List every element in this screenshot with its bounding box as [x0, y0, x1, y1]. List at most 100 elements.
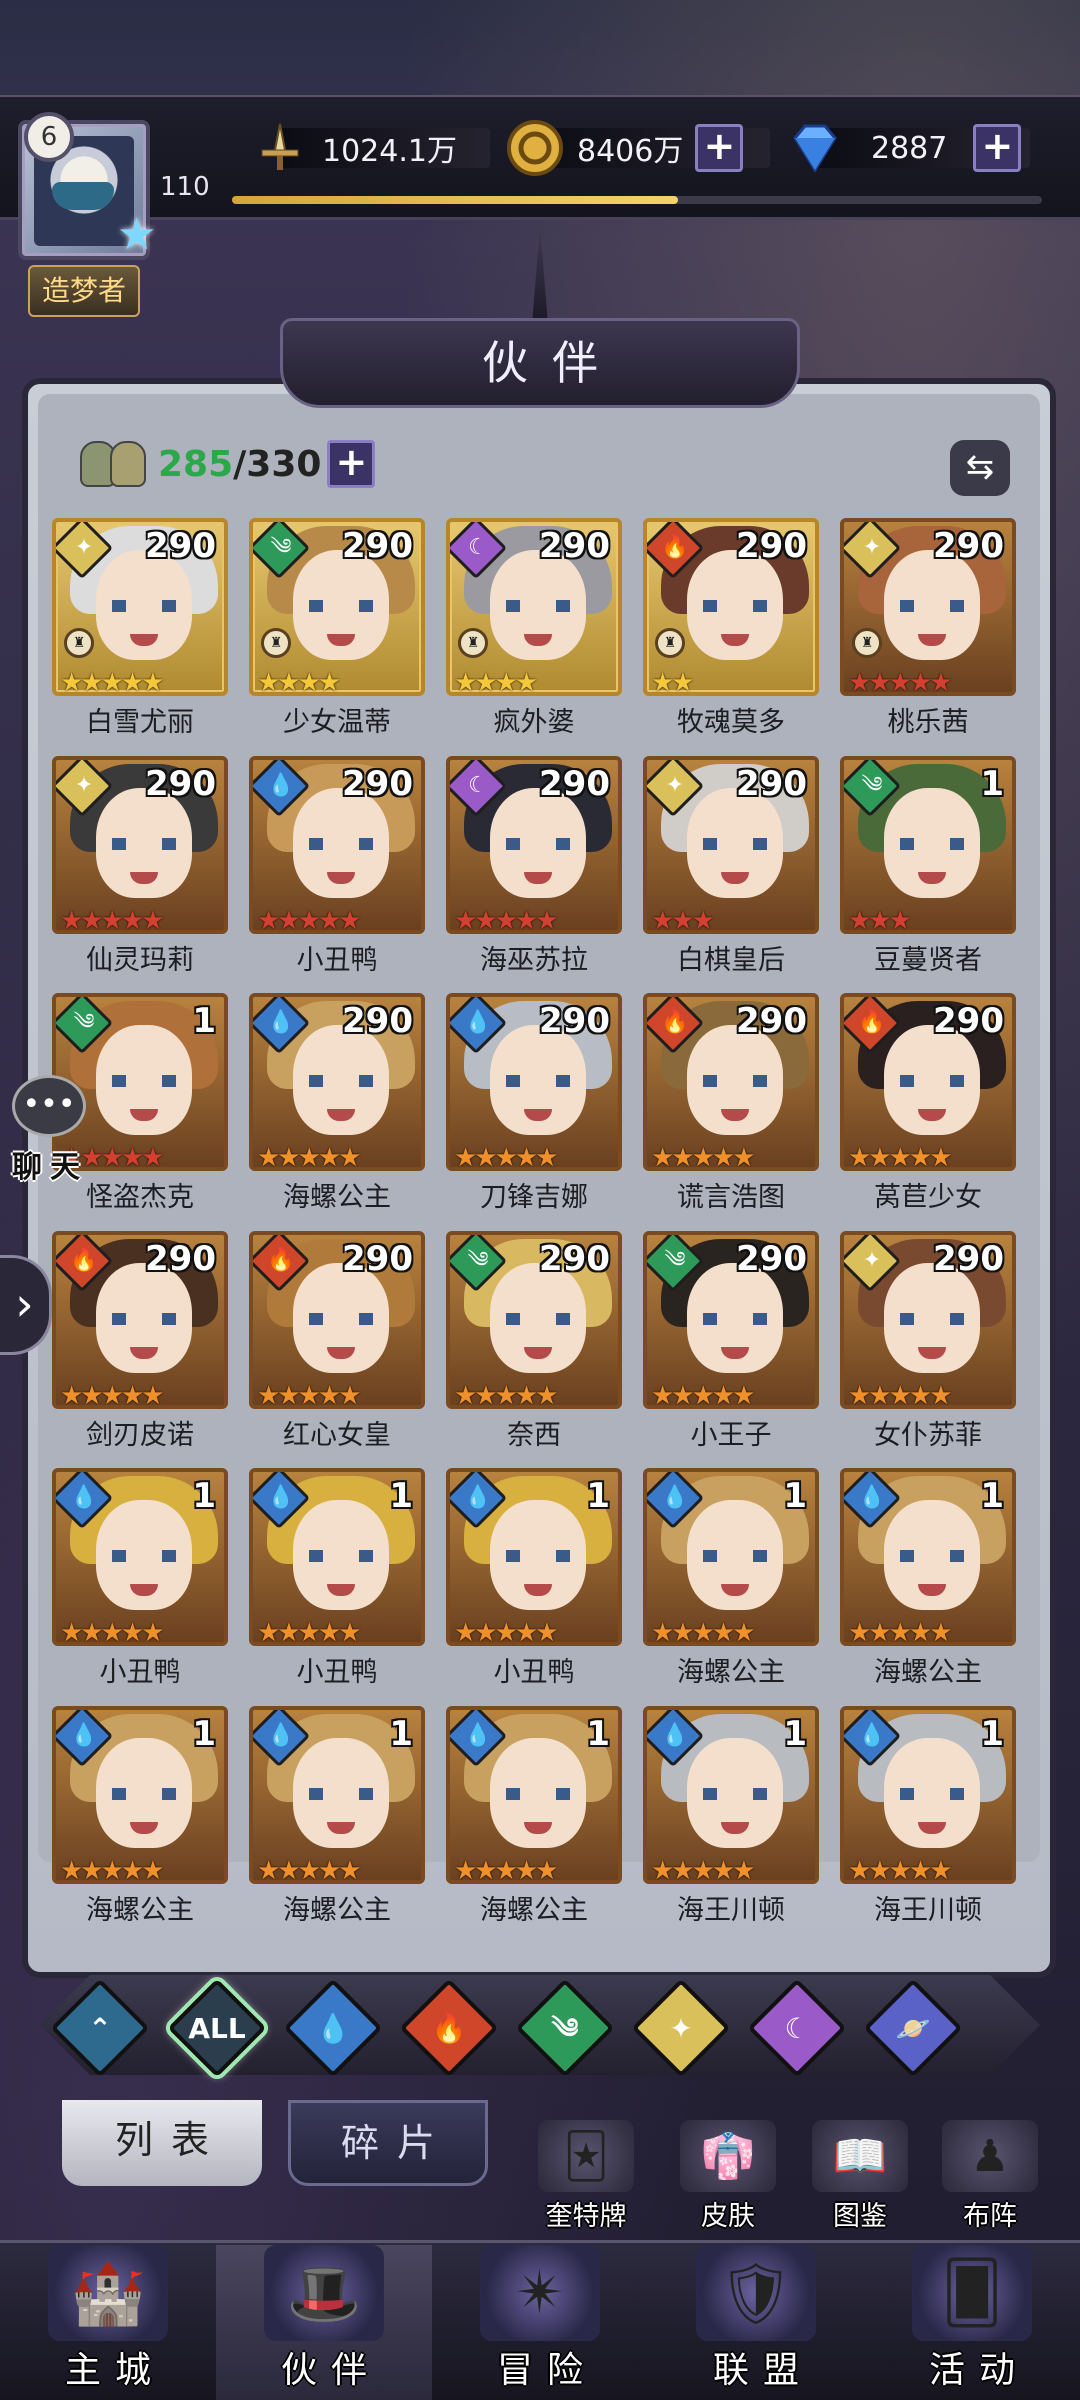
- shortcut-label: 皮肤: [701, 2201, 755, 2232]
- star-rating: ★★★★★: [60, 1618, 165, 1646]
- partner-name: 剑刃皮诺: [86, 1419, 194, 1451]
- element-glyph: ༄: [270, 535, 292, 560]
- partner-level: 290: [342, 1238, 413, 1279]
- partner-card[interactable]: 💧 290 ★★★★★ 刀锋吉娜: [446, 993, 622, 1229]
- partner-card[interactable]: ✦ 290 ★★★★★ 仙灵玛莉: [52, 755, 228, 992]
- partner-card[interactable]: 🔥 290 ♜ ★★ 牧魂莫多: [643, 518, 819, 754]
- nav-partner-hat[interactable]: 🎩 伙伴: [216, 2245, 432, 2400]
- partner-card[interactable]: 🔥 290 ★★★★★ 莴苣少女: [840, 993, 1016, 1229]
- base-filter-glyph: ⌃: [88, 2012, 112, 2045]
- partner-card[interactable]: 💧 1 ★★★★★ 海螺公主: [52, 1705, 228, 1942]
- nav-event-cards[interactable]: 🂠 活动: [864, 2245, 1080, 2400]
- shortcut-label: 布阵: [963, 2201, 1017, 2232]
- partner-level: 1: [783, 1476, 807, 1516]
- skin-button[interactable]: 👘 皮肤: [680, 2120, 776, 2233]
- partner-card[interactable]: ༄ 290 ★★★★★ 小王子: [643, 1230, 819, 1467]
- adventure-portal-icon: ✴: [480, 2245, 600, 2341]
- portrait-eyes: [900, 837, 964, 850]
- partner-portrait: 💧 290 ★★★★★: [249, 755, 425, 934]
- partner-card[interactable]: ༄ 290 ★★★★★ 奈西: [446, 1230, 622, 1467]
- partner-card[interactable]: 🔥 290 ★★★★★ 红心女皇: [249, 1230, 425, 1467]
- partner-card[interactable]: ☾ 290 ★★★★★ 海巫苏拉: [446, 755, 622, 992]
- player-title-badge[interactable]: 造梦者: [28, 265, 140, 317]
- chat-bubble-icon: •••: [12, 1075, 86, 1137]
- partner-card[interactable]: 💧 1 ★★★★★ 海螺公主: [446, 1705, 622, 1942]
- partner-card[interactable]: 💧 1 ★★★★★ 小丑鸭: [249, 1468, 425, 1704]
- add-diamond-button[interactable]: +: [973, 124, 1022, 172]
- star-rating: ★★★★★: [651, 1143, 756, 1171]
- element-glyph: 🔥: [267, 1247, 295, 1273]
- partner-card[interactable]: 💧 1 ★★★★★ 海螺公主: [643, 1468, 819, 1704]
- partner-card[interactable]: ✦ 290 ★★★★★ 女仆苏菲: [840, 1230, 1016, 1467]
- element-glyph: ✦: [665, 772, 685, 798]
- partner-portrait: 💧 1 ★★★★★: [840, 1705, 1016, 1884]
- portrait-eyes: [112, 1550, 176, 1562]
- expand-roster-button[interactable]: +: [327, 440, 376, 488]
- roster-count: 285/330 +: [80, 436, 376, 492]
- element-glyph: ☾: [468, 772, 488, 798]
- tab-fragments[interactable]: 碎片: [288, 2100, 488, 2186]
- partner-card[interactable]: 💧 1 ★★★★★ 海螺公主: [249, 1705, 425, 1942]
- partner-card[interactable]: ☾ 290 ♜ ★★★★ 疯外婆: [446, 518, 622, 754]
- alliance-shield-icon: 🛡: [696, 2245, 816, 2341]
- castle-icon: 🏰: [48, 2245, 168, 2341]
- partner-level: 290: [539, 526, 610, 566]
- partner-card[interactable]: 🔥 290 ★★★★★ 剑刃皮诺: [52, 1230, 228, 1467]
- partner-card[interactable]: 💧 290 ★★★★★ 小丑鸭: [249, 755, 425, 992]
- partner-portrait: 💧 1 ★★★★★: [840, 1468, 1016, 1646]
- partner-card[interactable]: 💧 1 ★★★★★ 海螺公主: [840, 1468, 1016, 1704]
- portrait-eyes: [506, 1550, 570, 1562]
- portrait-eyes: [506, 1075, 570, 1087]
- partner-card[interactable]: ༄ 1 ★★★ 豆蔓贤者: [840, 755, 1016, 992]
- partner-card[interactable]: 💧 1 ★★★★★ 海王川顿: [643, 1705, 819, 1942]
- partner-level: 1: [980, 1476, 1004, 1516]
- partner-card[interactable]: 💧 290 ★★★★★ 海螺公主: [249, 993, 425, 1229]
- sort-toggle-button[interactable]: ⇆: [950, 440, 1010, 496]
- partners-count-icon: [80, 437, 152, 491]
- avatar-mask: [52, 182, 114, 210]
- chat-button[interactable]: •••: [4, 1075, 88, 1151]
- element-glyph: ✦: [862, 1247, 882, 1273]
- partner-name: 小丑鸭: [296, 1657, 378, 1688]
- element-glyph: ༄: [664, 1247, 686, 1273]
- roster-capacity: /330: [233, 443, 322, 485]
- partner-level: 290: [145, 763, 216, 804]
- formation-button[interactable]: ♟ 布阵: [942, 2120, 1038, 2233]
- partner-card[interactable]: 💧 1 ★★★★★ 小丑鸭: [446, 1468, 622, 1704]
- partner-card[interactable]: 💧 1 ★★★★★ 小丑鸭: [52, 1468, 228, 1704]
- portrait-eyes: [112, 1312, 176, 1325]
- partner-card[interactable]: ༄ 290 ♜ ★★★★ 少女温蒂: [249, 518, 425, 754]
- partner-name: 疯外婆: [493, 707, 575, 738]
- nav-alliance-shield[interactable]: 🛡 联盟: [648, 2245, 864, 2400]
- nav-adventure-portal[interactable]: ✴ 冒险: [432, 2245, 648, 2400]
- partner-name: 海螺公主: [283, 1182, 391, 1213]
- partner-card[interactable]: 🔥 290 ★★★★★ 谎言浩图: [643, 993, 819, 1229]
- partner-card[interactable]: ✦ 290 ♜ ★★★★★ 桃乐茜: [840, 518, 1016, 754]
- star-rating: ★★★★★: [257, 1380, 362, 1409]
- partner-level: 1: [586, 1713, 610, 1754]
- element-glyph: 💧: [858, 1485, 886, 1510]
- element-glyph: 💧: [661, 1485, 689, 1510]
- skin-icon: 👘: [680, 2120, 776, 2192]
- partner-portrait: ༄ 290 ★★★★★: [643, 1230, 819, 1409]
- partner-level: 1: [192, 1476, 216, 1516]
- partner-card[interactable]: ✦ 290 ★★★ 白棋皇后: [643, 755, 819, 992]
- element-glyph: 🔥: [70, 1247, 98, 1273]
- nav-castle[interactable]: 🏰 主城: [0, 2245, 216, 2400]
- star-rating: ★★★★★: [257, 1618, 362, 1646]
- add-gold-button[interactable]: +: [695, 124, 744, 172]
- partner-level: 1: [192, 1001, 216, 1041]
- partner-portrait: ✦ 290 ★★★★★: [840, 1230, 1016, 1409]
- exp-bar: [232, 196, 1042, 204]
- partner-card[interactable]: 💧 1 ★★★★★ 海王川顿: [840, 1705, 1016, 1942]
- element-glyph: ༄: [73, 1010, 95, 1035]
- codex-button[interactable]: 📖 图鉴: [812, 2120, 908, 2233]
- tab-list[interactable]: 列表: [62, 2100, 262, 2186]
- partner-level: 290: [342, 526, 413, 566]
- throne-icon: ♜: [64, 628, 94, 658]
- card-button[interactable]: 🃏 奎特牌: [538, 2120, 634, 2233]
- partner-card[interactable]: ✦ 290 ♜ ★★★★★ 白雪尤丽: [52, 518, 228, 754]
- star-badge-icon: ★: [117, 209, 157, 260]
- star-rating: ★★★★★: [848, 668, 953, 696]
- partner-portrait: 💧 1 ★★★★★: [249, 1468, 425, 1646]
